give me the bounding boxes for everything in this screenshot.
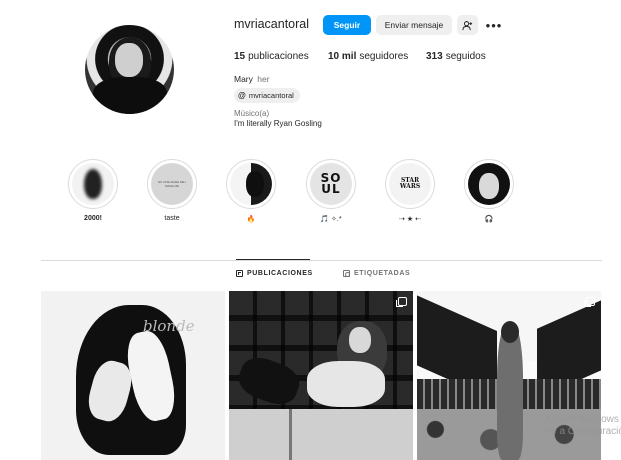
post-image-shape (497, 323, 523, 460)
highlight-item[interactable]: 🎧 (463, 159, 515, 223)
threads-icon: @ (238, 91, 246, 100)
highlight-cover: STAR WARS (389, 163, 431, 205)
highlight-item[interactable]: NO ONE MADE ME I MADE ME taste (146, 159, 198, 222)
post-tile[interactable]: blonde (41, 291, 225, 460)
highlight-item[interactable]: 🔥 (225, 159, 277, 223)
highlight-cover (72, 163, 114, 205)
posts-count-label: publicaciones (248, 51, 309, 62)
followers-count-value: 10 mil (328, 51, 357, 62)
post-artwork-text: blonde (143, 317, 195, 335)
profile-avatar[interactable] (85, 25, 174, 114)
highlight-ring (68, 159, 118, 209)
active-tab-indicator (236, 259, 310, 260)
tab-tagged[interactable]: ETIQUETADAS (343, 270, 410, 277)
add-person-icon (462, 20, 473, 30)
highlight-label: 2000! (84, 215, 102, 222)
threads-handle: mvriacantoral (248, 91, 294, 100)
tab-tagged-label: ETIQUETADAS (354, 270, 411, 277)
threads-badge[interactable]: @ mvriacantoral (234, 88, 300, 103)
highlight-item[interactable]: STAR WARS ⇢ ★ ⇠ (384, 159, 436, 223)
send-message-button[interactable]: Enviar mensaje (376, 15, 452, 35)
post-image-shape (501, 321, 519, 343)
profile-bio: I'm literally Ryan Gosling (234, 119, 322, 128)
tab-posts[interactable]: PUBLICACIONES (236, 270, 313, 277)
profile-stats: 15 publicaciones 10 mil seguidores 313 s… (234, 51, 486, 62)
watermark-line: Ve a Configuración para (545, 426, 621, 437)
followers-count[interactable]: 10 mil seguidores (328, 51, 426, 62)
highlight-cover-text: STAR WARS (399, 177, 421, 190)
highlight-figure (246, 171, 264, 197)
highlight-label: 🔥 (246, 216, 256, 223)
full-name-text: Mary (234, 74, 253, 84)
tabs-divider (41, 260, 602, 261)
highlight-figure (84, 169, 102, 199)
highlight-item[interactable]: 2000! (67, 159, 119, 222)
avatar-shoulders (93, 77, 167, 114)
profile-username: mvriacantoral (234, 17, 310, 31)
highlight-item[interactable]: SO UL 🎵 ✧.* (305, 159, 357, 223)
highlight-cover-text: SO UL (320, 171, 342, 196)
more-options-button[interactable]: ••• (486, 15, 502, 35)
grid-icon (236, 270, 243, 277)
highlight-ring: NO ONE MADE ME I MADE ME (147, 159, 197, 209)
highlight-label: ⇢ ★ ⇠ (399, 216, 421, 223)
carousel-icon (584, 297, 595, 307)
highlight-cover-text: NO ONE MADE ME I MADE ME (157, 180, 187, 188)
profile-full-name: Mary her (234, 74, 270, 84)
highlight-cover (468, 163, 510, 205)
highlight-ring: SO UL (306, 159, 356, 209)
post-image-shape (289, 409, 292, 460)
highlight-figure (479, 173, 499, 199)
highlight-cover (230, 163, 272, 205)
highlight-ring (226, 159, 276, 209)
carousel-icon (396, 297, 407, 307)
followers-count-label: seguidores (359, 51, 409, 62)
avatar-face (115, 43, 143, 77)
highlight-cover: SO UL (310, 163, 352, 205)
highlight-ring (464, 159, 514, 209)
highlight-label: taste (164, 215, 180, 222)
following-count[interactable]: 313 seguidos (426, 51, 486, 62)
more-options-icon: ••• (485, 17, 503, 33)
tagged-icon (343, 270, 350, 277)
highlight-cover: NO ONE MADE ME I MADE ME (151, 163, 193, 205)
watermark-line: Activar Windows (545, 414, 619, 425)
follow-button[interactable]: Seguir (323, 15, 371, 35)
highlight-ring: STAR WARS (385, 159, 435, 209)
following-count-label: seguidos (445, 51, 486, 62)
pronouns-text: her (257, 74, 270, 84)
tab-posts-label: PUBLICACIONES (247, 270, 313, 277)
highlight-label: 🎵 ✧.* (320, 216, 342, 223)
posts-count: 15 publicaciones (234, 51, 328, 62)
post-image-shape (307, 361, 385, 407)
suggested-accounts-button[interactable] (457, 15, 478, 35)
profile-category: Músico(a) (234, 109, 270, 118)
windows-activation-watermark: Activar Windows Ve a Configuración para (545, 414, 621, 438)
post-image-shape (229, 409, 413, 460)
posts-count-value: 15 (234, 51, 246, 62)
post-tile[interactable] (229, 291, 413, 460)
highlight-label: 🎧 (484, 216, 494, 223)
post-image-shape (349, 327, 371, 353)
following-count-value: 313 (426, 51, 443, 62)
